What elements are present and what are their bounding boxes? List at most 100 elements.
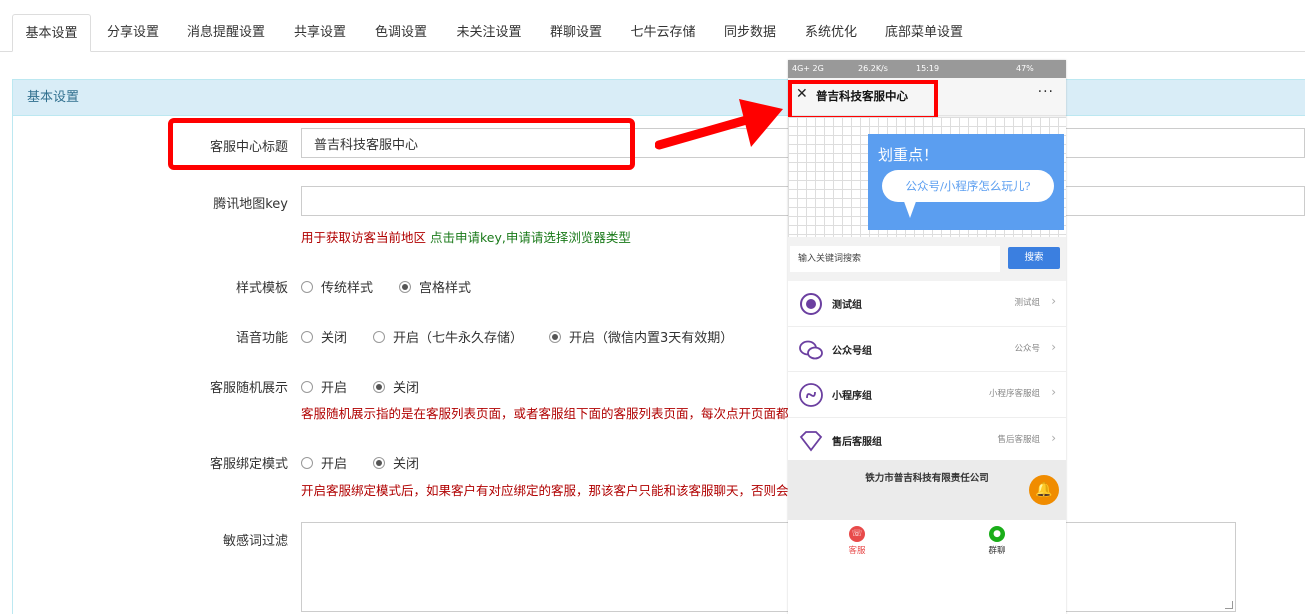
chevron-right-icon: ›: [1051, 430, 1056, 445]
radio-icon[interactable]: [373, 330, 386, 343]
style-traditional-option[interactable]: 传统样式: [301, 277, 373, 296]
group-sub: 小程序客服组: [988, 389, 1040, 399]
diamond-icon: [799, 430, 823, 451]
time-text: 15:19: [916, 64, 940, 73]
nav-kefu[interactable]: ☏ 客服: [827, 526, 887, 556]
tab-color[interactable]: 色调设置: [363, 14, 439, 52]
map-key-label: 腾讯地图key: [213, 197, 288, 212]
tab-unfollow[interactable]: 未关注设置: [445, 14, 533, 52]
group-item-aftersale[interactable]: 售后客服组 售后客服组 ›: [788, 418, 1066, 463]
settings-tabs: 基本设置 分享设置 消息提醒设置 共享设置 色调设置 未关注设置 群聊设置 七牛…: [0, 0, 1305, 52]
user-icon: ●: [989, 526, 1005, 542]
banner-heading: 划重点！: [878, 146, 939, 164]
bind-label: 客服绑定模式: [209, 457, 288, 472]
voice-qiniu-option[interactable]: 开启（七牛永久存储）: [373, 327, 523, 346]
style-label: 样式模板: [235, 281, 288, 296]
nav-qunliao[interactable]: ● 群聊: [967, 526, 1027, 556]
random-on-label: 开启: [321, 381, 348, 396]
group-list: 测试组 测试组 › 公众号组 公众号 › 小程序组 小程序客服组 › 售后客服组…: [788, 281, 1066, 463]
group-sub: 测试组: [1014, 298, 1040, 308]
style-traditional-label: 传统样式: [321, 281, 374, 296]
filter-textarea[interactable]: [301, 522, 1236, 612]
voice-qiniu-label: 开启（七牛永久存储）: [393, 331, 524, 346]
group-item-miniprogram[interactable]: 小程序组 小程序客服组 ›: [788, 372, 1066, 418]
radio-icon[interactable]: [301, 280, 313, 293]
phone-search-input[interactable]: 输入关键词搜索: [790, 246, 1000, 272]
chevron-right-icon: ›: [1051, 385, 1056, 399]
speed-text: 26.2K/s: [858, 64, 888, 73]
voice-label: 语音功能: [235, 331, 288, 346]
radio-checked-icon[interactable]: [373, 456, 386, 469]
phone-bottom-nav: ☏ 客服 ● 群聊: [788, 520, 1066, 614]
style-grid-option[interactable]: 宫格样式: [399, 277, 471, 296]
battery-text: 47%: [1016, 64, 1034, 73]
radio-checked-icon[interactable]: [373, 380, 386, 393]
kefu-icon: ☏: [849, 526, 865, 542]
map-help: 用于获取访客当前地区 点击申请key,申请请选择浏览器类型: [301, 227, 631, 246]
radio-checked-icon[interactable]: [399, 280, 412, 293]
phone-search-button[interactable]: 搜索: [1008, 247, 1060, 269]
tab-share[interactable]: 分享设置: [93, 14, 173, 52]
filter-label: 敏感词过滤: [222, 534, 288, 549]
bind-on-option[interactable]: 开启: [301, 453, 347, 472]
group-item-official[interactable]: 公众号组 公众号 ›: [788, 327, 1066, 372]
map-help-text: 用于获取访客当前地区: [301, 230, 427, 245]
group-name: 公众号组: [832, 345, 872, 357]
voice-wechat-option[interactable]: 开启（微信内置3天有效期）: [549, 327, 733, 346]
group-name: 测试组: [832, 300, 862, 311]
tab-optimize[interactable]: 系统优化: [793, 14, 869, 52]
voice-wechat-label: 开启（微信内置3天有效期）: [569, 331, 734, 346]
style-radio-group: 传统样式 宫格样式: [301, 277, 497, 296]
voice-off-label: 关闭: [321, 331, 348, 346]
nav-kefu-label: 客服: [848, 546, 866, 556]
tab-qiniu[interactable]: 七牛云存储: [619, 14, 707, 52]
tab-sync[interactable]: 同步数据: [712, 14, 788, 52]
arrow-icon: [655, 99, 783, 150]
random-off-option[interactable]: 关闭: [373, 377, 419, 396]
tab-message[interactable]: 消息提醒设置: [177, 14, 275, 52]
voice-off-option[interactable]: 关闭: [301, 327, 347, 346]
banner[interactable]: 划重点！ 公众号/小程序怎么玩儿?: [788, 117, 1066, 237]
group-item-test[interactable]: 测试组 测试组 ›: [788, 281, 1066, 327]
highlight-box: [168, 118, 635, 170]
headset-icon: [800, 293, 822, 315]
tab-shared[interactable]: 共享设置: [282, 14, 358, 52]
style-grid-label: 宫格样式: [419, 281, 472, 296]
group-name: 售后客服组: [832, 436, 882, 448]
map-apply-link[interactable]: 点击申请key,申请请选择浏览器类型: [430, 230, 631, 245]
phone-search: 输入关键词搜索 搜索: [788, 242, 1066, 278]
random-label: 客服随机展示: [209, 381, 288, 396]
resize-handle-icon[interactable]: [1225, 601, 1233, 609]
tab-basic[interactable]: 基本设置: [12, 14, 91, 52]
wechat-icon: [799, 340, 823, 359]
radio-checked-icon[interactable]: [549, 330, 562, 343]
group-sub: 公众号: [1014, 343, 1040, 354]
random-help: 客服随机展示指的是在客服列表页面，或者客服组下面的客服列表页面，每次点开页面都: [301, 406, 789, 421]
phone-highlight-box: [788, 80, 938, 120]
random-on-option[interactable]: 开启: [301, 377, 347, 396]
chevron-right-icon: ›: [1051, 294, 1056, 308]
bind-on-label: 开启: [321, 457, 348, 472]
radio-icon[interactable]: [301, 330, 313, 343]
group-name: 小程序组: [832, 391, 872, 402]
bell-icon[interactable]: 🔔: [1029, 475, 1059, 505]
bind-radio-group: 开启 关闭: [301, 453, 445, 472]
voice-radio-group: 关闭 开启（七牛永久存储） 开启（微信内置3天有效期）: [301, 327, 759, 346]
signal-text: 4G+ 2G: [792, 64, 824, 73]
bind-off-option[interactable]: 关闭: [373, 453, 419, 472]
random-off-label: 关闭: [393, 381, 420, 396]
bind-off-label: 关闭: [393, 457, 420, 472]
banner-board: 划重点！ 公众号/小程序怎么玩儿?: [868, 134, 1064, 230]
chevron-right-icon: ›: [1051, 339, 1056, 354]
radio-icon[interactable]: [301, 456, 313, 469]
phone-preview: 4G+ 2G 26.2K/s 15:19 47% ✕ 普吉科技客服中心 ··· …: [788, 60, 1066, 614]
company-footer: 铁力市普吉科技有限责任公司 🔔: [788, 460, 1066, 520]
random-radio-group: 开启 关闭: [301, 377, 445, 396]
status-bar: 4G+ 2G 26.2K/s 15:19 47%: [788, 60, 1066, 78]
nav-qunliao-label: 群聊: [988, 546, 1006, 556]
bind-help: 开启客服绑定模式后，如果客户有对应绑定的客服，那该客户只能和该客服聊天，否则会: [301, 483, 789, 498]
tab-groupchat[interactable]: 群聊设置: [538, 14, 614, 52]
more-icon[interactable]: ···: [1038, 84, 1054, 100]
radio-icon[interactable]: [301, 380, 313, 393]
tab-bottom-menu[interactable]: 底部菜单设置: [874, 14, 974, 52]
